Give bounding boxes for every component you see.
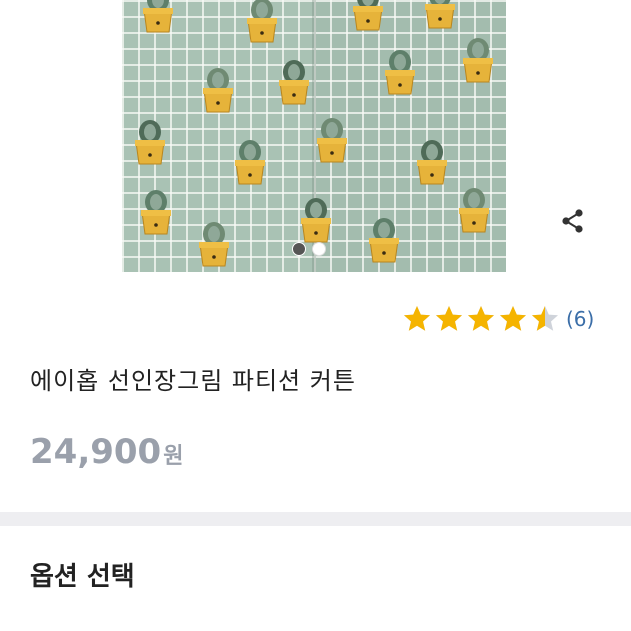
section-divider (0, 512, 631, 526)
carousel-dot-1[interactable] (292, 242, 306, 256)
cactus-pot-icon (417, 140, 447, 185)
option-section-title: 옵션 선택 (30, 562, 135, 592)
cactus-pot-icon (459, 188, 489, 233)
cactus-pot-icon (301, 198, 331, 243)
share-icon (562, 209, 583, 233)
cactus-pot-icon (369, 218, 399, 263)
carousel-indicator[interactable] (290, 240, 340, 258)
review-count[interactable]: (6) (566, 307, 594, 331)
product-title: 에이홉 선인장그림 파티션 커튼 (30, 367, 356, 395)
product-photo[interactable] (122, 0, 506, 272)
cactus-pot-icon (317, 118, 347, 163)
product-image-area (0, 0, 631, 272)
price-amount: 24,900 (30, 432, 162, 472)
cactus-pot-icon (143, 0, 173, 33)
star-icon (500, 306, 526, 331)
cactus-pot-icon (235, 140, 265, 185)
product-price: 24,900원 (30, 432, 183, 472)
cactus-pot-icon (425, 0, 455, 29)
cactus-pot-icon (247, 0, 277, 43)
share-button[interactable] (558, 206, 588, 236)
cactus-pot-icon (141, 190, 171, 235)
rating-summary[interactable]: (6) (402, 302, 594, 336)
cactus-pot-icon (135, 120, 165, 165)
star-icon (436, 306, 462, 331)
cactus-pot-icon (279, 60, 309, 105)
star-icon (468, 306, 494, 331)
price-unit: 원 (163, 444, 184, 469)
cactus-pot-icon (385, 50, 415, 95)
star-icon (404, 306, 430, 331)
cactus-pot-icon (203, 68, 233, 113)
carousel-dot-2[interactable] (312, 242, 326, 256)
rating-stars (402, 304, 562, 334)
cactus-pot-icon (463, 38, 493, 83)
cactus-pot-icon (353, 0, 383, 31)
option-first-item[interactable] (30, 621, 110, 631)
star-icon (532, 306, 558, 331)
cactus-pattern (135, 0, 493, 267)
cactus-pot-icon (199, 222, 229, 267)
